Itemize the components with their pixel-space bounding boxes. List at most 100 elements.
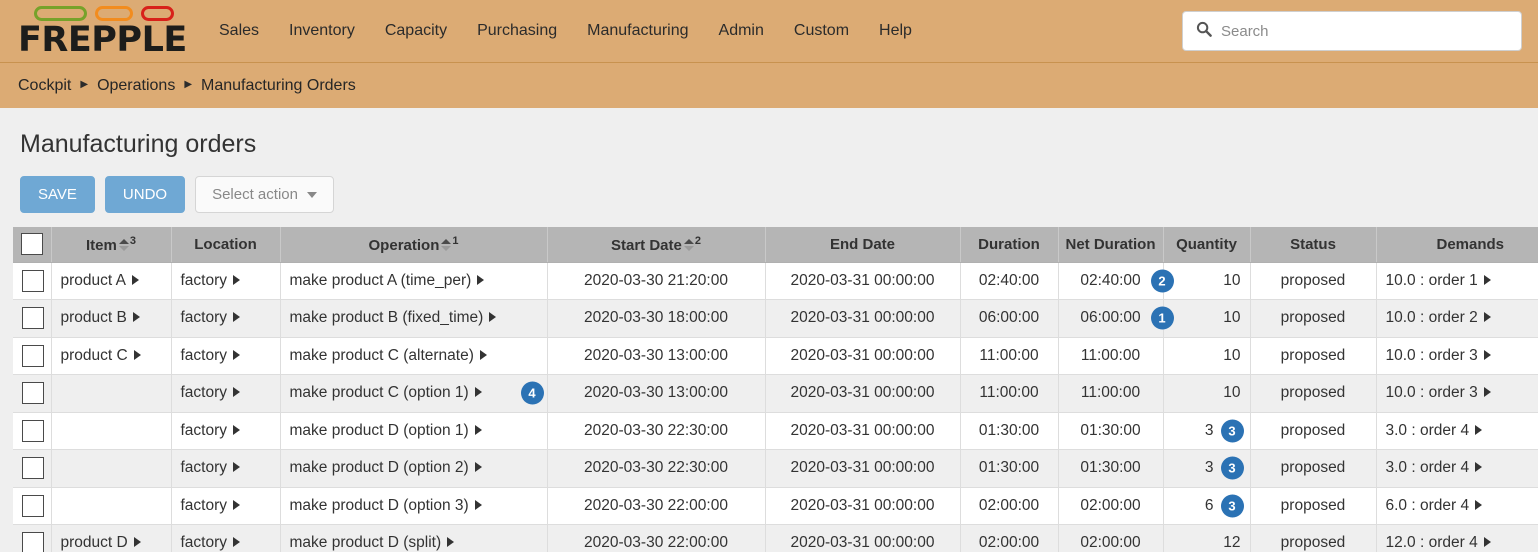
nav-item-help[interactable]: Help (864, 16, 927, 46)
column-header-net-duration[interactable]: Net Duration (1058, 227, 1163, 262)
drill-down-icon[interactable] (134, 537, 141, 547)
drill-down-icon[interactable] (233, 500, 240, 510)
breadcrumb-item-operations[interactable]: Operations (97, 77, 175, 95)
drill-down-icon[interactable] (477, 275, 484, 285)
row-select-cell[interactable] (13, 450, 51, 488)
drill-down-icon[interactable] (134, 350, 141, 360)
cell-end-date: 2020-03-31 00:00:00 (765, 337, 960, 375)
sort-icon[interactable] (119, 239, 128, 251)
select-all-checkbox[interactable] (21, 233, 43, 255)
column-header-operation[interactable]: Operation1 (280, 227, 547, 262)
row-checkbox[interactable] (22, 345, 44, 367)
column-header-demands[interactable]: Demands (1376, 227, 1538, 262)
drill-down-icon[interactable] (475, 462, 482, 472)
drill-down-icon[interactable] (1484, 387, 1491, 397)
table-row[interactable]: factorymake product D (option 2)2020-03-… (13, 450, 1538, 488)
table-row[interactable]: factorymake product C (option 1)42020-03… (13, 375, 1538, 413)
select-all-header[interactable] (13, 227, 51, 262)
table-row[interactable]: product Afactorymake product A (time_per… (13, 262, 1538, 300)
cell-demands: 10.0 : order 1 (1376, 262, 1538, 300)
nav-item-capacity[interactable]: Capacity (370, 16, 462, 46)
drill-down-icon[interactable] (475, 387, 482, 397)
cell-operation: make product D (option 2) (280, 450, 547, 488)
row-checkbox[interactable] (22, 307, 44, 329)
drill-down-icon[interactable] (475, 500, 482, 510)
save-button[interactable]: SAVE (20, 176, 95, 213)
table-row[interactable]: factorymake product D (option 1)2020-03-… (13, 412, 1538, 450)
breadcrumb-item-cockpit[interactable]: Cockpit (18, 77, 71, 95)
drill-down-icon[interactable] (447, 537, 454, 547)
nav-item-manufacturing[interactable]: Manufacturing (572, 16, 703, 46)
row-checkbox[interactable] (22, 532, 44, 552)
cell-text: 11:00:00 (979, 347, 1038, 364)
table-row[interactable]: product Bfactorymake product B (fixed_ti… (13, 300, 1538, 338)
count-badge[interactable]: 3 (1221, 457, 1244, 480)
drill-down-icon[interactable] (480, 350, 487, 360)
row-select-cell[interactable] (13, 300, 51, 338)
cell-text: 10 (1223, 384, 1240, 401)
column-header-location[interactable]: Location (171, 227, 280, 262)
drill-down-icon[interactable] (1475, 425, 1482, 435)
table-row[interactable]: product Cfactorymake product C (alternat… (13, 337, 1538, 375)
row-select-cell[interactable] (13, 375, 51, 413)
frepple-logo[interactable]: FREPPLE (18, 6, 174, 56)
column-header-end-date[interactable]: End Date (765, 227, 960, 262)
row-checkbox[interactable] (22, 457, 44, 479)
drill-down-icon[interactable] (1475, 462, 1482, 472)
drill-down-icon[interactable] (233, 312, 240, 322)
drill-down-icon[interactable] (233, 275, 240, 285)
drill-down-icon[interactable] (233, 537, 240, 547)
drill-down-icon[interactable] (489, 312, 496, 322)
column-header-duration[interactable]: Duration (960, 227, 1058, 262)
row-checkbox[interactable] (22, 495, 44, 517)
sort-icon[interactable] (441, 239, 450, 251)
select-action-dropdown[interactable]: Select action (195, 176, 334, 213)
row-select-cell[interactable] (13, 412, 51, 450)
logo-wordmark: FREPPLE (18, 24, 174, 56)
row-select-cell[interactable] (13, 487, 51, 525)
count-badge[interactable]: 3 (1221, 494, 1244, 517)
drill-down-icon[interactable] (1475, 500, 1482, 510)
count-badge[interactable]: 1 (1151, 307, 1174, 330)
drill-down-icon[interactable] (233, 387, 240, 397)
nav-item-inventory[interactable]: Inventory (274, 16, 370, 46)
nav-item-sales[interactable]: Sales (204, 16, 274, 46)
row-checkbox[interactable] (22, 420, 44, 442)
column-header-status[interactable]: Status (1250, 227, 1376, 262)
row-select-cell[interactable] (13, 337, 51, 375)
count-badge[interactable]: 4 (521, 382, 544, 405)
nav-item-admin[interactable]: Admin (704, 16, 779, 46)
search-input[interactable] (1219, 22, 1511, 41)
row-checkbox[interactable] (22, 270, 44, 292)
table-row[interactable]: factorymake product D (option 3)2020-03-… (13, 487, 1538, 525)
column-header-start-date-label: Start Date (611, 237, 682, 254)
drill-down-icon[interactable] (1484, 312, 1491, 322)
cell-location: factory (171, 262, 280, 300)
sort-icon[interactable] (684, 239, 693, 251)
search-box[interactable] (1182, 11, 1522, 51)
drill-down-icon[interactable] (233, 350, 240, 360)
drill-down-icon[interactable] (1484, 275, 1491, 285)
drill-down-icon[interactable] (233, 425, 240, 435)
nav-item-custom[interactable]: Custom (779, 16, 864, 46)
cell-start-date: 2020-03-30 22:00:00 (547, 525, 765, 552)
undo-button[interactable]: UNDO (105, 176, 185, 213)
drill-down-icon[interactable] (475, 425, 482, 435)
row-select-cell[interactable] (13, 525, 51, 552)
count-badge[interactable]: 3 (1221, 419, 1244, 442)
row-select-cell[interactable] (13, 262, 51, 300)
drill-down-icon[interactable] (233, 462, 240, 472)
column-header-item[interactable]: Item3 (51, 227, 171, 262)
column-header-quantity[interactable]: Quantity (1163, 227, 1250, 262)
drill-down-icon[interactable] (133, 312, 140, 322)
cell-text: make product C (alternate) (290, 347, 474, 364)
drill-down-icon[interactable] (132, 275, 139, 285)
column-header-start-date[interactable]: Start Date2 (547, 227, 765, 262)
row-checkbox[interactable] (22, 382, 44, 404)
drill-down-icon[interactable] (1484, 537, 1491, 547)
cell-quantity: 63 (1163, 487, 1250, 525)
drill-down-icon[interactable] (1484, 350, 1491, 360)
table-row[interactable]: product Dfactorymake product D (split)20… (13, 525, 1538, 552)
count-badge[interactable]: 2 (1151, 269, 1174, 292)
nav-item-purchasing[interactable]: Purchasing (462, 16, 572, 46)
